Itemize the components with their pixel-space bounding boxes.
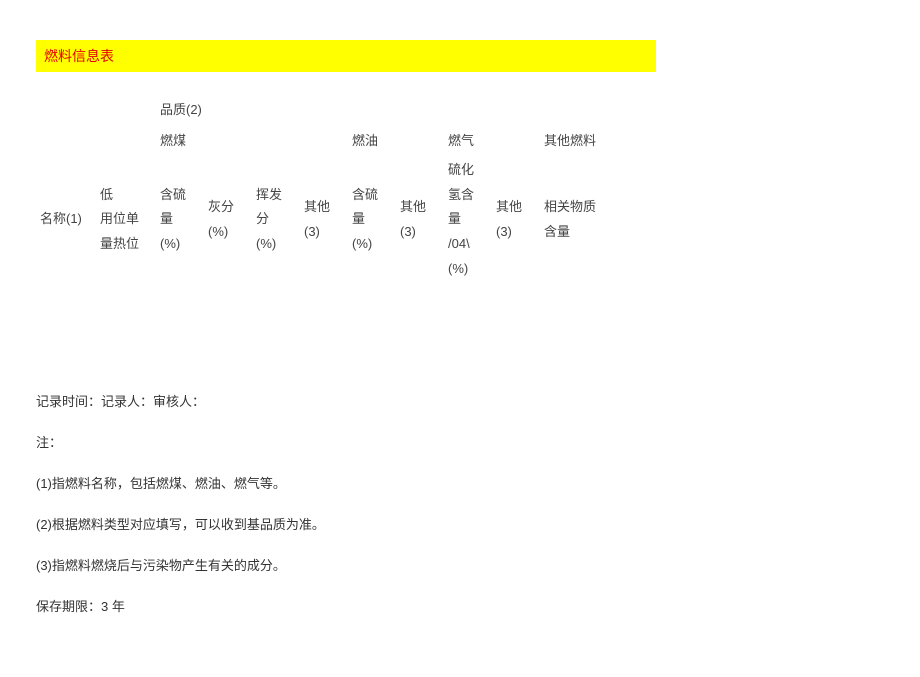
footer-notes: 记录时间：记录人：审核人： 注： (1)指燃料名称，包括燃煤、燃油、燃气等。 (… — [36, 391, 884, 615]
oil-group-header: 燃油 — [348, 124, 396, 158]
col-ash: 灰分(%) — [208, 195, 234, 244]
gas-group-header: 燃气 — [444, 124, 492, 158]
page-title-bar: 燃料信息表 — [36, 40, 656, 72]
note-1: (1)指燃料名称，包括燃煤、燃油、燃气等。 — [36, 473, 884, 492]
col-other-3: 其他(3) — [496, 195, 522, 244]
column-header-table: 品质(2) 燃煤 燃油 燃气 其他燃料 名称(1) 低用位单量热位 — [36, 96, 620, 281]
col-name: 名称(1) — [40, 207, 82, 232]
col-other-fuel-substance: 相关物质含量 — [544, 195, 596, 244]
note-2: (2)根据燃料类型对应填写，可以收到基品质为准。 — [36, 514, 884, 533]
record-line: 记录时间：记录人：审核人： — [36, 391, 884, 410]
col-sulfur-oil: 含硫量(%) — [352, 183, 378, 257]
quality-header: 品质(2) — [156, 96, 252, 124]
note-3: (3)指燃料燃烧后与污染物产生有关的成分。 — [36, 555, 884, 574]
col-other-1: 其他(3) — [304, 195, 330, 244]
other-fuel-group-header: 其他燃料 — [540, 124, 620, 158]
note-label: 注： — [36, 432, 884, 451]
fuel-table-header: 品质(2) 燃煤 燃油 燃气 其他燃料 名称(1) 低用位单量热位 — [36, 96, 884, 281]
col-volatile: 挥发分(%) — [256, 183, 282, 257]
col-usage: 低用位单量热位 — [100, 183, 139, 257]
col-other-2: 其他(3) — [400, 195, 426, 244]
col-h2s: 硫化氢含量/04\(%) — [448, 158, 474, 281]
retention-period: 保存期限：3 年 — [36, 596, 884, 615]
page-title: 燃料信息表 — [44, 48, 114, 64]
col-sulfur-coal: 含硫量(%) — [160, 183, 186, 257]
coal-group-header: 燃煤 — [156, 124, 204, 158]
